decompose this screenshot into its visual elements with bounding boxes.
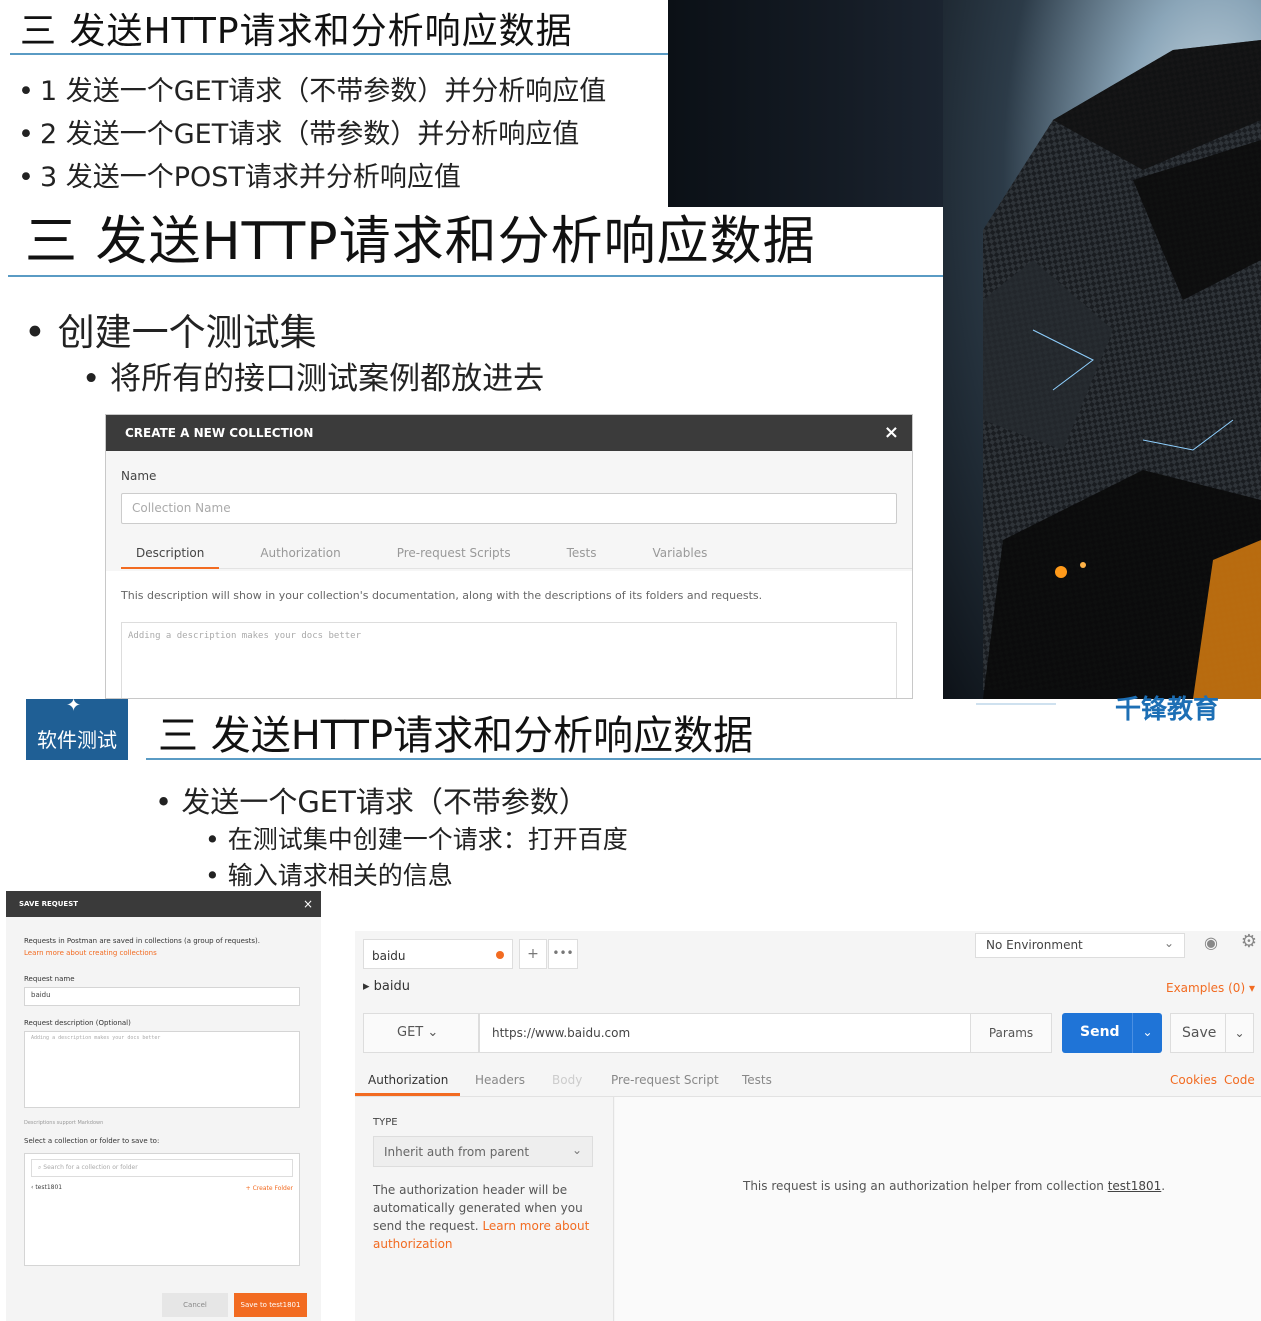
bullet-secondary: • 将所有的接口测试案例都放进去 [82, 361, 545, 397]
brand-divider [976, 703, 1056, 705]
tab-description[interactable]: Description [121, 539, 220, 569]
gear-icon[interactable]: ⚙ [1237, 931, 1261, 956]
save-request-dialog: SAVE REQUEST × Requests in Postman are s… [6, 891, 321, 1321]
title-divider [8, 275, 943, 277]
cookies-link[interactable]: Cookies [1170, 1073, 1217, 1087]
send-button[interactable]: Send ⌄ [1062, 1013, 1162, 1053]
unsaved-dot-icon [496, 951, 504, 959]
type-label: TYPE [373, 1117, 398, 1128]
slide-1-list: • 1 发送一个GET请求（不带参数）并分析响应值 • 2 发送一个GET请求（带参… [18, 70, 606, 199]
collection-item[interactable]: ‹ test1801 [31, 1184, 62, 1191]
software-test-logo: ✦ 软件测试 [26, 695, 128, 760]
slide-2: 三 发送HTTP请求和分析响应数据 • 创建一个测试集 • 将所有的接口测试案例… [0, 207, 943, 699]
request-name[interactable]: ▸ baidu [363, 979, 410, 994]
title-divider [10, 53, 668, 55]
code-link[interactable]: Code [1224, 1073, 1255, 1087]
chevron-down-icon: ⌄ [1163, 936, 1174, 950]
request-tabs: Authorization Headers Body Pre-request S… [355, 1067, 1261, 1097]
list-item: • 3 发送一个POST请求并分析响应值 [18, 162, 461, 193]
auth-help-text: The authorization header will be automat… [373, 1183, 590, 1251]
url-input[interactable]: https://www.baidu.com [479, 1013, 971, 1053]
request-description-input[interactable]: Adding a description makes your docs bet… [24, 1031, 300, 1108]
request-name-label: Request name [24, 975, 75, 983]
tab-body[interactable]: Body [552, 1073, 582, 1087]
cancel-button[interactable]: Cancel [162, 1293, 228, 1317]
auth-settings-panel: TYPE Inherit auth from parent ⌄ The auth… [355, 1097, 614, 1321]
tab-pre-request-script[interactable]: Pre-request Script [611, 1073, 719, 1087]
tab-tests[interactable]: Tests [742, 1073, 772, 1087]
slide-1-title: 三 发送HTTP请求和分析响应数据 [20, 11, 573, 52]
close-icon[interactable]: × [884, 415, 899, 451]
new-tab-button[interactable]: + [519, 939, 547, 969]
tab-variables[interactable]: Variables [638, 539, 723, 569]
slide-2-title: 三 发送HTTP请求和分析响应数据 [25, 212, 816, 272]
create-folder-link[interactable]: + Create Folder [246, 1185, 293, 1192]
chevron-left-icon: ‹ [31, 1184, 34, 1191]
bullet-primary: • 发送一个GET请求（不带参数） [155, 785, 588, 819]
list-item: • 1 发送一个GET请求（不带参数）并分析响应值 [18, 76, 607, 107]
more-tabs-button[interactable]: ••• [548, 939, 578, 969]
request-tab[interactable]: baidu [363, 939, 513, 969]
list-item: • 2 发送一个GET请求（带参数）并分析响应值 [18, 119, 580, 150]
name-label: Name [121, 469, 157, 483]
learn-more-link[interactable]: Learn more about creating collections [24, 949, 157, 957]
description-textarea[interactable]: Adding a description makes your docs bet… [121, 622, 897, 698]
search-icon: ⌕ [38, 1164, 42, 1171]
caret-down-icon: ▾ [1248, 981, 1255, 995]
chevron-down-icon: ⌄ [571, 1143, 582, 1157]
save-button[interactable]: Save to test1801 [234, 1293, 307, 1317]
method-select[interactable]: GET ⌄ [363, 1013, 479, 1053]
postman-request-editor: baidu + ••• No Environment ⌄ ◉ ⚙ ▸ baidu… [355, 931, 1261, 1321]
chevron-down-icon: ⌄ [427, 1025, 439, 1040]
auth-type-select[interactable]: Inherit auth from parent ⌄ [373, 1136, 593, 1167]
tab-headers[interactable]: Headers [475, 1073, 525, 1087]
save-button[interactable]: Save ⌄ [1170, 1013, 1254, 1053]
collection-name-input[interactable]: Collection Name [121, 493, 897, 524]
logo-icon: ✦ [66, 695, 82, 716]
auth-info-panel: This request is using an authorization h… [615, 1097, 1261, 1321]
dialog-body: Requests in Postman are saved in collect… [6, 917, 321, 1321]
tab-pre-request-scripts[interactable]: Pre-request Scripts [382, 539, 526, 569]
bullet-secondary: • 在测试集中创建一个请求：打开百度 [205, 825, 628, 854]
collection-picker: ⌕ Search for a collection or folder ‹ te… [24, 1153, 300, 1266]
request-name-input[interactable]: baidu [24, 987, 300, 1006]
description-panel: This description will show in your colle… [106, 571, 912, 698]
dark-background [668, 0, 944, 207]
chevron-down-icon[interactable]: ⌄ [1225, 1014, 1253, 1052]
collection-link[interactable]: test1801 [1108, 1179, 1162, 1193]
auth-helper-text: This request is using an authorization h… [743, 1179, 1166, 1193]
tab-authorization[interactable]: Authorization [245, 539, 355, 569]
slide-3-title: 三 发送HTTP请求和分析响应数据 [158, 713, 754, 759]
brand-logo: 千锋教育 [1114, 695, 1219, 725]
intro-text: Requests in Postman are saved in collect… [24, 937, 260, 945]
collection-search-input[interactable]: ⌕ Search for a collection or folder [31, 1159, 293, 1177]
slide-1: 三 发送HTTP请求和分析响应数据 • 1 发送一个GET请求（不带参数）并分析响… [0, 0, 668, 207]
bullet-primary: • 创建一个测试集 [24, 311, 317, 354]
dialog-header: CREATE A NEW COLLECTION × [106, 415, 912, 451]
tab-tests[interactable]: Tests [552, 539, 612, 569]
bullet-secondary: • 输入请求相关的信息 [205, 861, 453, 890]
params-button[interactable]: Params [970, 1013, 1052, 1053]
select-collection-label: Select a collection or folder to save to… [24, 1137, 160, 1145]
slide-3: ✦ 软件测试 千锋教育 三 发送HTTP请求和分析响应数据 • 发送一个GET请… [0, 695, 1261, 1321]
close-icon[interactable]: × [303, 891, 313, 917]
create-collection-dialog: CREATE A NEW COLLECTION × Name Collectio… [105, 414, 913, 699]
tab-authorization[interactable]: Authorization [368, 1073, 448, 1087]
robot-helmet-image [943, 0, 1261, 699]
environment-select[interactable]: No Environment ⌄ [975, 933, 1185, 958]
dialog-header: SAVE REQUEST × [6, 891, 321, 917]
chevron-down-icon[interactable]: ⌄ [1132, 1013, 1162, 1053]
title-divider [146, 758, 1261, 760]
active-tab-indicator [355, 1093, 460, 1096]
dialog-body: Name Collection Name Description Authoriz… [106, 451, 912, 698]
caret-right-icon: ▸ [363, 979, 370, 994]
description-help: This description will show in your colle… [121, 589, 763, 602]
collection-tabs: Description Authorization Pre-request Scri… [121, 539, 912, 569]
markdown-note: Descriptions support Markdown [24, 1120, 104, 1126]
eye-icon[interactable]: ◉ [1197, 933, 1225, 958]
request-description-label: Request description (Optional) [24, 1019, 131, 1027]
examples-dropdown[interactable]: Examples (0) ▾ [1166, 981, 1255, 995]
